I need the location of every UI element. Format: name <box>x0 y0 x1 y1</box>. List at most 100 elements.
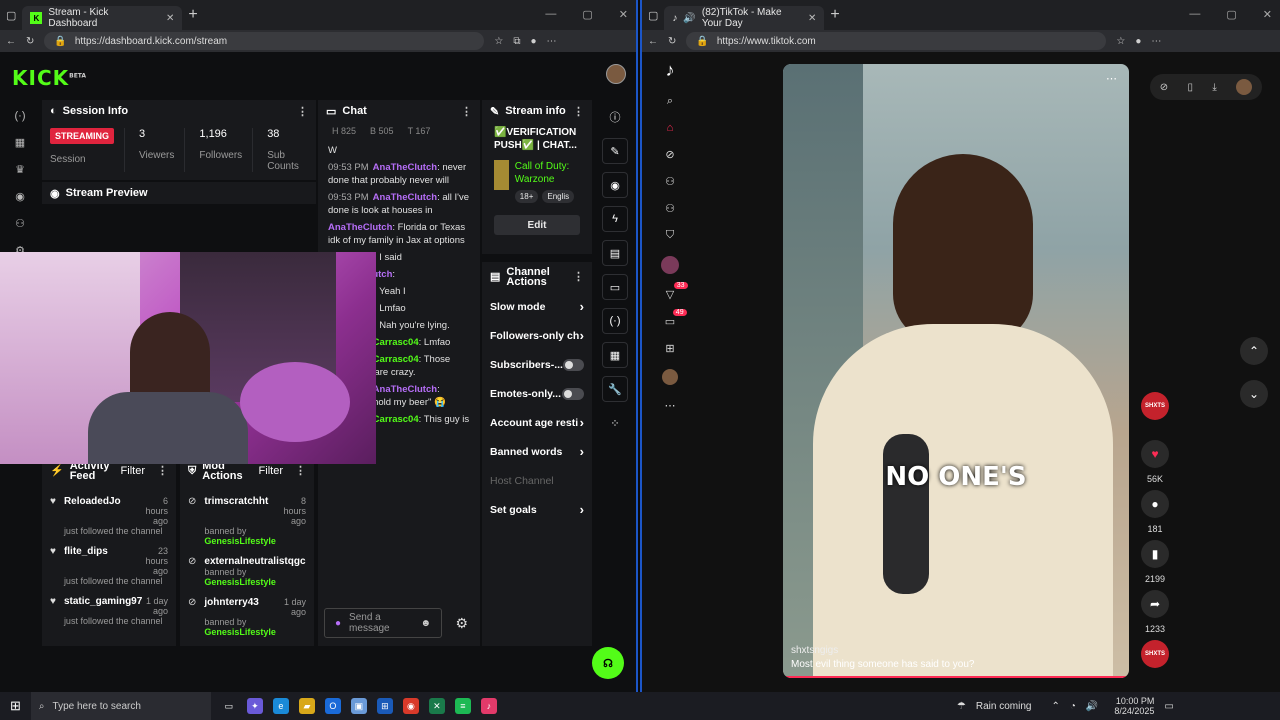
feed-moderator[interactable]: GenesisLifestyle <box>204 577 314 587</box>
creator-avatar[interactable]: SHXTS <box>1141 392 1169 420</box>
minimize-icon[interactable]: — <box>1189 8 1200 21</box>
favorites-icon[interactable]: ☆ <box>1116 36 1125 47</box>
upload-icon[interactable]: ⊞ <box>665 342 674 355</box>
chat-settings-icon[interactable]: ⚙ <box>455 615 468 632</box>
more-icon[interactable]: ⋯ <box>665 399 676 412</box>
channel-action-item[interactable]: Banned words › <box>482 437 592 466</box>
reload-icon[interactable]: ↻ <box>26 36 34 47</box>
download-icon[interactable]: ⤓ <box>1212 82 1216 93</box>
feed-username[interactable]: trimscratchht <box>204 496 268 526</box>
tab-tiktok[interactable]: ♪ 🔊 (82)TikTok - Make Your Day ✕ <box>664 6 825 30</box>
video-player[interactable]: 🔈 ⋯ NO ONE'S shxtsngigs Most evil thing … <box>783 64 1129 678</box>
taskbar-search[interactable]: ⌕ Type here to search <box>30 692 211 720</box>
activity-menu-icon[interactable]: ⋮ <box>157 466 168 477</box>
comment-icon[interactable]: ● <box>1141 490 1169 518</box>
channel-action-item[interactable]: Account age resti › <box>482 408 592 437</box>
tiktok-logo-icon[interactable]: ♪ <box>666 60 675 81</box>
chat-menu-icon[interactable]: ⋮ <box>461 105 472 118</box>
profile-icon[interactable]: ● <box>531 36 537 47</box>
channel-action-item[interactable]: Followers-only ch › <box>482 321 592 350</box>
analytics-icon[interactable]: ▦ <box>15 136 25 149</box>
following-icon[interactable]: ⚇ <box>665 175 675 188</box>
photos-icon[interactable]: ▣ <box>350 698 367 714</box>
favorites-icon[interactable]: ☆ <box>494 36 503 47</box>
document-icon[interactable]: ▤ <box>602 240 628 266</box>
copilot-icon[interactable]: ✦ <box>246 698 263 714</box>
channel-action-item[interactable]: Emotes-only... <box>482 379 592 408</box>
video-author[interactable]: shxtsngigs <box>791 645 838 656</box>
share-icon[interactable]: ➦ <box>1141 590 1169 618</box>
edit-button[interactable]: Edit <box>494 215 580 235</box>
back-icon[interactable]: ← <box>648 36 658 47</box>
close-window-icon[interactable]: ✕ <box>1263 8 1272 21</box>
next-video-icon[interactable]: ⌄ <box>1240 380 1268 408</box>
tab-kick[interactable]: K Stream - Kick Dashboard ✕ <box>22 6 183 30</box>
feed-moderator[interactable]: GenesisLifestyle <box>204 627 314 637</box>
apps-icon[interactable]: ⁘ <box>602 410 628 436</box>
wrench-icon[interactable]: 🔧 <box>602 376 628 402</box>
compass-icon[interactable]: ⊘ <box>1160 82 1168 93</box>
mic-icon[interactable]: ● <box>335 618 341 629</box>
like-icon[interactable]: ♥ <box>1141 440 1169 468</box>
bookmark-icon[interactable]: ▮ <box>1141 540 1169 568</box>
close-tab-icon[interactable]: ✕ <box>808 13 816 24</box>
profile-icon[interactable]: ● <box>1135 36 1141 47</box>
feed-moderator[interactable]: GenesisLifestyle <box>204 536 314 546</box>
activity-filter-button[interactable]: Filter <box>121 466 145 477</box>
chat-username[interactable]: AnaTheClutch <box>328 222 392 233</box>
video-menu-icon[interactable]: ⋯ <box>1106 72 1117 85</box>
device-icon[interactable]: ▯ <box>1188 82 1194 93</box>
inbox-icon[interactable]: ▽ 33 <box>666 282 688 301</box>
session-menu-icon[interactable]: ⋮ <box>297 105 308 118</box>
lightning-icon[interactable]: ϟ <box>602 206 628 232</box>
camera-icon[interactable]: ◉ <box>15 190 25 203</box>
feed-username[interactable]: flite_dips <box>64 546 108 576</box>
outlook-icon[interactable]: O <box>324 698 341 714</box>
menu-icon[interactable]: ⋯ <box>1151 36 1161 47</box>
weather-icon[interactable]: ☂ <box>957 701 966 712</box>
audio-icon[interactable]: 🔊 <box>683 13 695 24</box>
close-tab-icon[interactable]: ✕ <box>166 13 174 24</box>
feed-username[interactable]: static_gaming97 <box>64 596 142 616</box>
mod-filter-button[interactable]: Filter <box>259 466 283 477</box>
chat-username[interactable]: AnaTheClutch <box>373 192 437 203</box>
weather-text[interactable]: Rain coming <box>976 701 1032 712</box>
progress-bar[interactable] <box>783 676 1129 678</box>
spotify-icon[interactable]: ≡ <box>454 698 471 714</box>
home-icon[interactable]: ⌂ <box>667 122 674 134</box>
close-window-icon[interactable]: ✕ <box>619 8 628 21</box>
feed-username[interactable]: ReloadedJo <box>64 496 121 526</box>
chat-username[interactable]: AnaTheClutch <box>373 384 437 395</box>
task-view-icon[interactable]: ▭ <box>221 698 237 714</box>
minimize-icon[interactable]: — <box>545 8 556 21</box>
friends-icon[interactable]: ⚇ <box>665 202 675 215</box>
reload-icon[interactable]: ↻ <box>668 36 676 47</box>
chrome-icon[interactable]: ◉ <box>402 698 419 714</box>
channel-actions-menu-icon[interactable]: ⋮ <box>573 272 584 283</box>
category-name[interactable]: Call of Duty: Warzone <box>515 160 580 186</box>
url-field[interactable]: 🔒 https://www.tiktok.com <box>686 32 1107 50</box>
edit-icon[interactable]: ✎ <box>602 138 628 164</box>
info-icon[interactable]: ⓘ <box>602 104 628 130</box>
user-avatar[interactable] <box>606 64 626 84</box>
feed-username[interactable]: externalneutralistqgc <box>204 556 305 567</box>
xbox-icon[interactable]: ✕ <box>428 698 445 714</box>
chat-rail-icon[interactable]: ▭ <box>602 274 628 300</box>
stream-info-menu-icon[interactable]: ⋮ <box>573 105 584 118</box>
new-tab-icon[interactable]: + <box>830 6 839 24</box>
back-icon[interactable]: ← <box>6 36 16 47</box>
support-icon[interactable]: ☊ <box>592 647 624 679</box>
toggle-switch[interactable] <box>562 387 584 400</box>
user-avatar[interactable] <box>1236 79 1253 95</box>
explorer-icon[interactable]: ▰ <box>298 698 315 714</box>
tiktok-taskbar-icon[interactable]: ♪ <box>480 698 497 714</box>
camera-rail-icon[interactable]: ◉ <box>602 172 628 198</box>
users-icon[interactable]: ⚇ <box>15 217 25 230</box>
maximize-icon[interactable]: ▢ <box>1226 8 1236 21</box>
url-field[interactable]: 🔒 https://dashboard.kick.com/stream <box>44 32 485 50</box>
layout-icon[interactable]: ▦ <box>602 342 628 368</box>
live-avatar[interactable] <box>661 256 679 274</box>
menu-icon[interactable]: ⋯ <box>547 36 557 47</box>
webcam-overlay[interactable] <box>0 252 376 464</box>
profile-avatar[interactable] <box>662 369 678 385</box>
